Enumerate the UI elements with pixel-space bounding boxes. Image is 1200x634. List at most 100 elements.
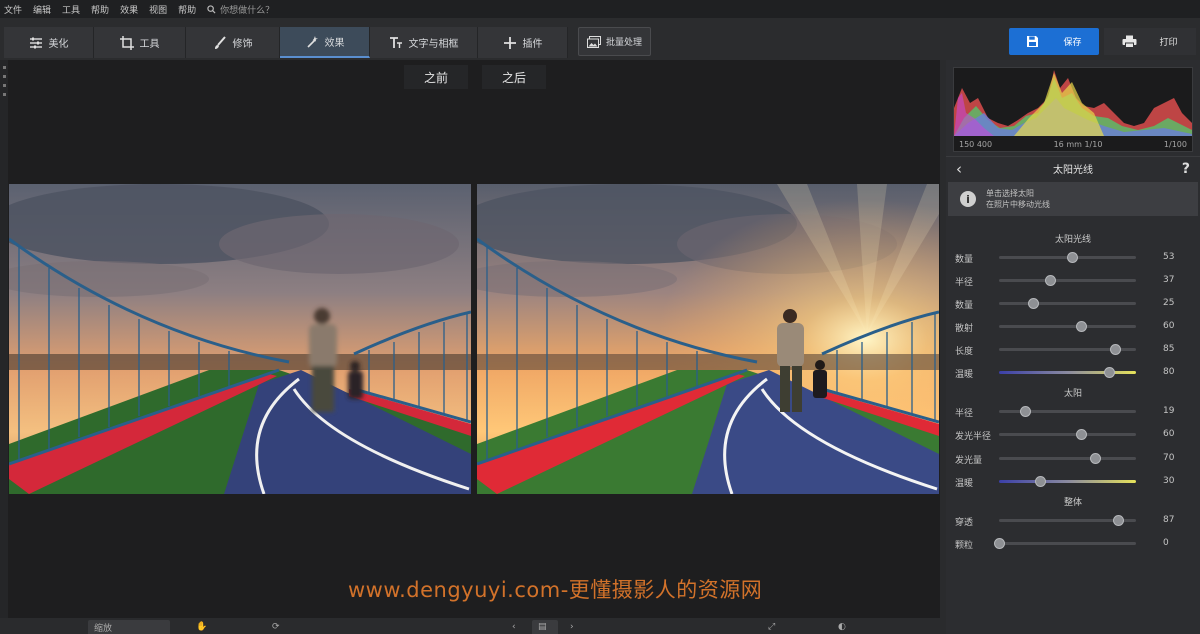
slider-row: 半径 37 [946,271,1200,289]
menu-edit[interactable]: 编辑 [33,3,51,16]
sliders-icon [29,37,42,48]
previous-icon[interactable]: ‹ [512,620,516,634]
slider-row: 散射 60 [946,317,1200,335]
filmstrip-icon[interactable]: ▤ [532,620,558,634]
slider-row: 穿透 87 [946,511,1200,529]
slider-thumb[interactable] [1028,298,1040,309]
info-icon: i [960,191,976,207]
info-line-2: 在照片中移动光线 [986,200,1050,209]
slider-label: 散射 [955,324,974,334]
tab-label: 工具 [139,39,160,50]
slider-thumb[interactable] [1020,406,1032,417]
left-rail [0,60,8,618]
slider-row: 颗粒 0 [946,534,1200,552]
slider-label: 温暖 [955,370,974,380]
slider-thumb[interactable] [1044,275,1056,286]
tab-tools[interactable]: 工具 [94,27,186,58]
help-icon[interactable]: ? [1182,161,1190,177]
after-label[interactable]: 之后 [482,65,546,89]
slider-track[interactable] [999,302,1136,305]
info-line-1: 单击选择太阳 [986,189,1034,198]
menu-file[interactable]: 文件 [4,3,22,16]
print-button[interactable]: 打印 [1104,28,1196,55]
menu-bar: 文件 编辑 工具 帮助 效果 视图 帮助 你想做什么？ [0,0,1200,18]
histogram: 150 400 16 mm 1/10 1/100 [953,67,1193,152]
tab-effects[interactable]: 效果 [280,27,370,58]
printer-icon [1122,35,1137,48]
slider-label: 穿透 [955,518,974,528]
slider-label: 温暖 [955,479,974,489]
rotate-icon[interactable]: ⟳ [272,620,280,634]
tab-label: 美化 [48,39,69,50]
slider-value: 70 [1163,453,1175,463]
tab-plugins[interactable]: 插件 [478,27,568,58]
slider-track[interactable] [999,279,1136,282]
slider-label: 数量 [955,301,974,311]
tab-label: 效果 [324,38,345,49]
slider-row: 长度 85 [946,340,1200,358]
slider-thumb[interactable] [994,538,1005,549]
compare-icon[interactable]: ◐ [838,620,846,634]
slider-value: 19 [1163,406,1175,416]
magic-wand-icon [306,35,318,48]
slider-track[interactable] [999,371,1136,374]
menu-help[interactable]: 帮助 [91,3,109,16]
slider-row: 数量 25 [946,294,1200,312]
menu-view[interactable]: 视图 [149,3,167,16]
lens-value: 16 mm 1/10 [1053,140,1103,149]
main-toolbar: 美化 工具 修饰 效果 文字与相框 插件 批量处理 保存 打印 [0,18,1200,60]
before-label[interactable]: 之前 [404,65,468,89]
section-title: 太阳光线 [1054,235,1091,245]
slider-value: 25 [1163,298,1175,308]
search-placeholder: 你想做什么？ [220,5,275,16]
search-icon [207,4,216,14]
slider-label: 半径 [955,409,974,419]
slider-label: 半径 [955,278,974,288]
slider-thumb[interactable] [1076,429,1088,440]
slider-label: 发光量 [955,456,983,466]
slider-thumb[interactable] [1103,367,1115,378]
effect-panel: 150 400 16 mm 1/10 1/100 ‹ 太阳光线 ? i 单击选择… [946,60,1200,634]
slider-thumb[interactable] [1110,344,1122,355]
slider-value: 0 [1163,538,1169,548]
slider-value: 80 [1163,367,1175,377]
batch-process-button[interactable]: 批量处理 [578,27,651,56]
tab-retouch[interactable]: 修饰 [186,27,280,58]
slider-track[interactable] [999,480,1136,483]
tab-label: 修饰 [232,39,253,50]
print-label: 打印 [1159,38,1178,48]
slider-label: 数量 [955,255,974,265]
save-button[interactable]: 保存 [1009,28,1099,55]
slider-track[interactable] [999,542,1136,545]
slider-track[interactable] [999,457,1136,460]
slider-track[interactable] [999,325,1136,328]
slider-thumb[interactable] [1113,515,1125,526]
slider-row: 半径 19 [946,402,1200,420]
hand-tool-icon[interactable]: ✋ [196,620,207,634]
slider-value: 53 [1163,252,1175,262]
section-title: 整体 [1063,498,1082,508]
slider-value: 60 [1163,321,1175,331]
back-chevron-icon[interactable]: ‹ [956,160,962,178]
menu-effects[interactable]: 效果 [120,3,138,16]
shutter-value: 1/100 [1163,140,1187,149]
slider-thumb[interactable] [1035,476,1047,487]
zoom-dropdown[interactable]: 缩放 [88,620,170,634]
slider-thumb[interactable] [1066,252,1078,263]
slider-thumb[interactable] [1076,321,1088,332]
menu-tools[interactable]: 工具 [62,3,80,16]
before-photo [9,184,471,494]
next-icon[interactable]: › [570,620,574,634]
tab-enhance[interactable]: 美化 [4,27,94,58]
panel-title: 太阳光线 [1053,165,1093,176]
plus-icon [503,36,516,49]
fit-screen-icon[interactable]: ⤢ [768,620,775,634]
app-window: 文件 编辑 工具 帮助 效果 视图 帮助 你想做什么？ 美化 工具 修饰 效果 … [0,0,1200,634]
brush-icon [214,35,226,49]
menu-help-2[interactable]: 帮助 [178,3,196,16]
menu-search[interactable]: 你想做什么？ [207,3,274,16]
slider-track[interactable] [999,433,1136,436]
tab-text-frames[interactable]: 文字与相框 [370,27,478,58]
slider-label: 长度 [955,347,974,357]
slider-thumb[interactable] [1089,453,1101,464]
